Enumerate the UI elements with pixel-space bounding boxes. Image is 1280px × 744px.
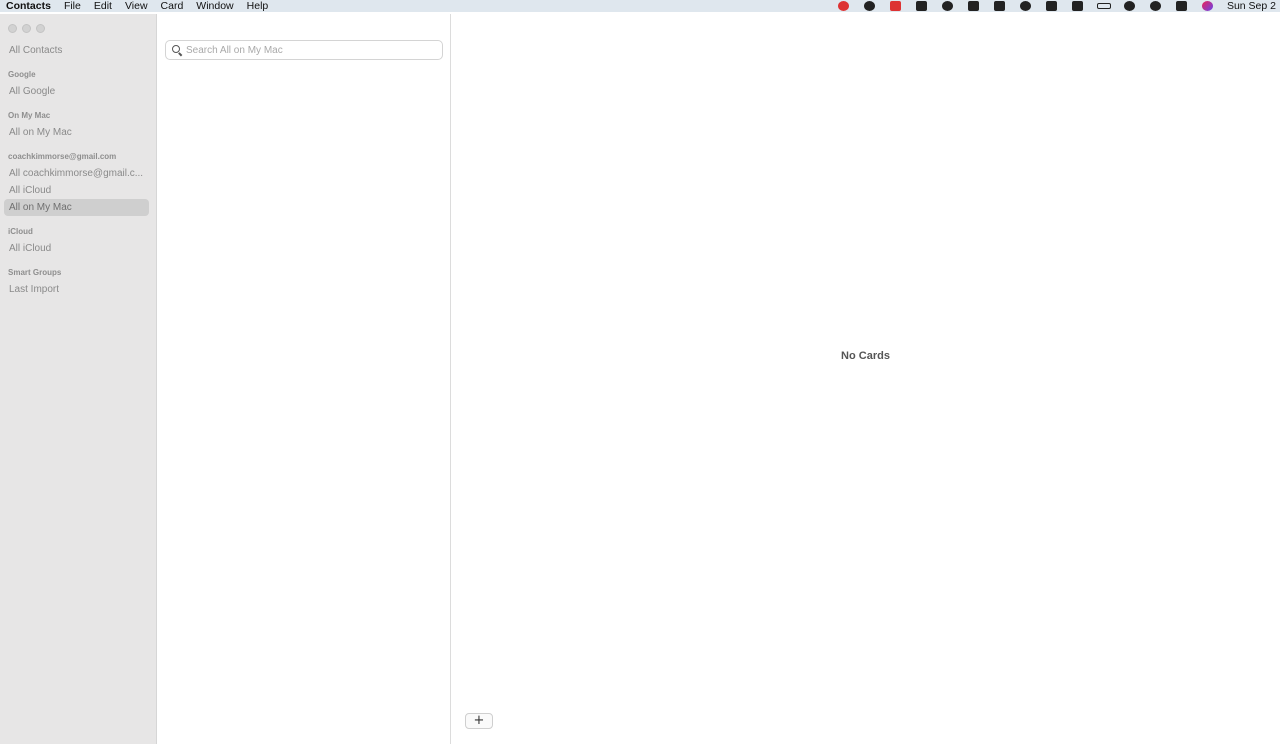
sidebar-item-all-contacts[interactable]: All Contacts xyxy=(4,42,149,59)
document-icon[interactable] xyxy=(909,0,935,12)
malwarebytes-icon[interactable] xyxy=(857,0,883,12)
dropbox-icon[interactable] xyxy=(883,0,909,12)
close-button[interactable] xyxy=(8,24,17,33)
siri-icon[interactable] xyxy=(1195,0,1221,12)
card-detail-pane: No Cards + xyxy=(451,14,1280,744)
menu-help[interactable]: Help xyxy=(247,0,269,12)
menu-file[interactable]: File xyxy=(64,0,81,12)
add-card-button[interactable]: + xyxy=(465,713,493,729)
evernote-icon[interactable] xyxy=(987,0,1013,12)
zoom-button[interactable] xyxy=(36,24,45,33)
sidebar-header-smart-groups: Smart Groups xyxy=(8,268,62,277)
sidebar-item-all-icloud-gmail[interactable]: All iCloud xyxy=(4,182,149,199)
menu-clock[interactable]: Sun Sep 2 xyxy=(1221,0,1280,12)
sidebar-item-all-on-my-mac[interactable]: All on My Mac xyxy=(4,124,149,141)
status-menu-area: Sun Sep 2 xyxy=(831,0,1280,12)
contacts-window: All Contacts Google All Google On My Mac… xyxy=(0,14,1280,744)
sidebar-header-google: Google xyxy=(8,70,36,79)
bluetooth-icon[interactable] xyxy=(1065,0,1091,12)
menu-edit[interactable]: Edit xyxy=(94,0,112,12)
menu-list: Contacts File Edit View Card Window Help xyxy=(0,0,281,12)
control-center-icon[interactable] xyxy=(1169,0,1195,12)
creative-cloud-icon[interactable] xyxy=(831,0,857,12)
contact-list-column xyxy=(157,14,451,744)
search-icon xyxy=(172,45,182,55)
menu-app-contacts[interactable]: Contacts xyxy=(6,0,51,12)
sidebar-item-all-on-my-mac-gmail[interactable]: All on My Mac xyxy=(4,199,149,216)
no-cards-message: No Cards xyxy=(841,350,890,362)
time-machine-icon[interactable] xyxy=(1013,0,1039,12)
gear-icon[interactable] xyxy=(935,0,961,12)
menu-card[interactable]: Card xyxy=(161,0,184,12)
minimize-button[interactable] xyxy=(22,24,31,33)
sidebar-header-icloud: iCloud xyxy=(8,227,33,236)
menu-view[interactable]: View xyxy=(125,0,148,12)
sidebar-item-last-import[interactable]: Last Import xyxy=(4,281,149,298)
search-input[interactable] xyxy=(186,44,436,56)
sidebar-item-all-icloud[interactable]: All iCloud xyxy=(4,240,149,257)
sidebar-header-gmail-account: coachkimmorse@gmail.com xyxy=(8,152,117,161)
wifi-icon[interactable] xyxy=(1117,0,1143,12)
screenshot-icon[interactable] xyxy=(961,0,987,12)
volume-icon[interactable] xyxy=(1039,0,1065,12)
groups-sidebar: All Contacts Google All Google On My Mac… xyxy=(0,14,157,744)
menu-window[interactable]: Window xyxy=(196,0,233,12)
search-field[interactable] xyxy=(165,40,443,60)
sidebar-item-all-google[interactable]: All Google xyxy=(4,83,149,100)
spotlight-search-icon[interactable] xyxy=(1143,0,1169,12)
sidebar-header-on-my-mac: On My Mac xyxy=(8,111,51,120)
menu-bar: Contacts File Edit View Card Window Help… xyxy=(0,0,1280,12)
sidebar-item-all-gmail[interactable]: All coachkimmorse@gmail.c... xyxy=(4,165,149,182)
window-controls xyxy=(8,24,50,33)
battery-icon[interactable] xyxy=(1091,0,1117,12)
